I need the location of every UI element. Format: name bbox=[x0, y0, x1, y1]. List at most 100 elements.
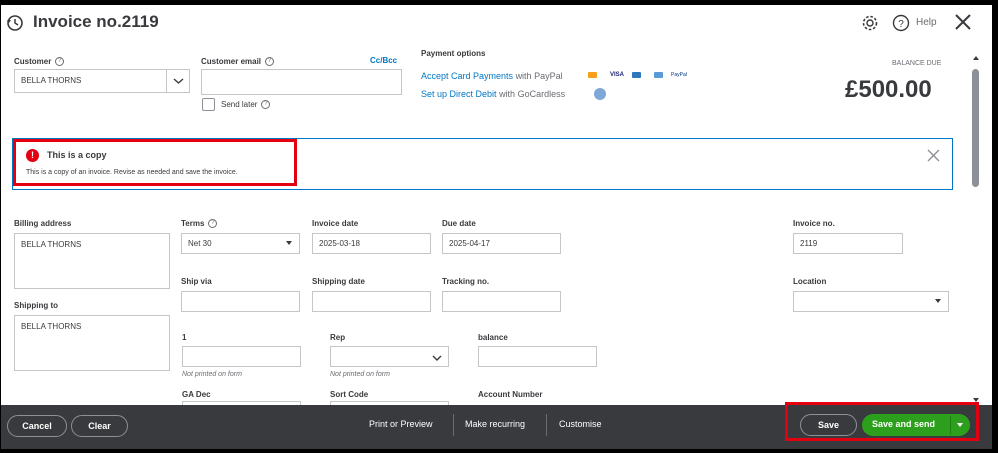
location-select[interactable] bbox=[793, 291, 949, 312]
settings-gear-icon[interactable] bbox=[861, 14, 879, 32]
help-icon[interactable]: ? bbox=[265, 57, 275, 67]
customer-value: BELLA THORNS bbox=[21, 76, 82, 85]
help-icon[interactable]: ? bbox=[261, 100, 271, 110]
highlight-box bbox=[13, 139, 297, 186]
balance-field-label: balance bbox=[478, 333, 508, 342]
mastercard-icon bbox=[588, 72, 597, 78]
alert-error-icon: ! bbox=[26, 149, 39, 162]
caret-down-icon[interactable] bbox=[957, 423, 963, 427]
split-divider bbox=[950, 416, 951, 434]
sort-code-label: Sort Code bbox=[330, 390, 369, 399]
terms-label: Terms? bbox=[181, 219, 218, 229]
customer-email-label-text: Customer email bbox=[201, 57, 262, 66]
location-label: Location bbox=[793, 277, 827, 286]
footer-divider bbox=[546, 414, 547, 436]
due-date-label: Due date bbox=[442, 219, 476, 228]
dropdown-arrow-icon[interactable] bbox=[286, 241, 292, 245]
terms-value: Net 30 bbox=[188, 239, 212, 248]
invoice-no-value: 2119 bbox=[800, 239, 818, 248]
footer-divider bbox=[453, 414, 454, 436]
shipping-to-label: Shipping to bbox=[14, 301, 58, 310]
chevron-down-icon[interactable] bbox=[166, 70, 189, 92]
page-title: Invoice no.2119 bbox=[33, 12, 159, 31]
balance-field-input[interactable] bbox=[478, 346, 597, 367]
alert-message: This is a copy of an invoice. Revise as … bbox=[26, 169, 238, 176]
help-icon[interactable]: ? bbox=[208, 219, 218, 229]
recent-transactions-icon[interactable] bbox=[6, 14, 24, 32]
customer-label-text: Customer bbox=[14, 57, 52, 66]
due-date-value: 2025-04-17 bbox=[449, 239, 490, 248]
custom-field-1-note: Not printed on form bbox=[182, 371, 242, 378]
shipping-to-value: BELLA THORNS bbox=[21, 322, 82, 331]
ga-dec-label: GA Dec bbox=[182, 390, 211, 399]
tracking-no-label: Tracking no. bbox=[442, 277, 490, 286]
save-button[interactable]: Save bbox=[800, 414, 857, 436]
direct-debit-row: Set up Direct Debit with GoCardless bbox=[421, 89, 565, 99]
invoice-no-field[interactable]: 2119 bbox=[793, 233, 903, 254]
rep-note: Not printed on form bbox=[330, 371, 390, 378]
send-later-label: Send later? bbox=[221, 100, 271, 110]
send-later-label-text: Send later bbox=[221, 100, 258, 109]
visa-icon: VISA bbox=[610, 72, 625, 78]
customer-email-field[interactable] bbox=[201, 69, 402, 95]
custom-field-1-label: 1 bbox=[182, 333, 187, 342]
svg-text:?: ? bbox=[898, 19, 904, 30]
account-number-label: Account Number bbox=[478, 390, 543, 399]
invoice-window: Invoice no.2119 ? Help Customer? BELLA T… bbox=[1, 5, 992, 449]
terms-label-text: Terms bbox=[181, 219, 205, 228]
due-date-field[interactable]: 2025-04-17 bbox=[442, 233, 561, 254]
custom-field-1-input[interactable] bbox=[182, 346, 301, 367]
chevron-down-icon[interactable] bbox=[431, 351, 443, 363]
direct-debit-link[interactable]: Set up Direct Debit bbox=[421, 89, 497, 99]
help-icon[interactable]: ? bbox=[892, 14, 910, 32]
scrollbar-thumb[interactable] bbox=[972, 69, 979, 187]
payment-options-label: Payment options bbox=[421, 49, 486, 58]
alert-title: This is a copy bbox=[47, 150, 107, 160]
dropdown-arrow-icon[interactable] bbox=[935, 299, 941, 303]
clear-button[interactable]: Clear bbox=[71, 415, 128, 437]
shipping-to-field[interactable]: BELLA THORNS bbox=[14, 315, 170, 371]
balance-due-label: BALANCE DUE bbox=[892, 60, 942, 67]
invoice-no-label: Invoice no. bbox=[793, 219, 835, 228]
print-or-preview-link[interactable]: Print or Preview bbox=[369, 419, 433, 429]
balance-due-amount: £500.00 bbox=[845, 76, 932, 103]
invoice-date-field[interactable]: 2025-03-18 bbox=[312, 233, 431, 254]
direct-debit-provider-text: with GoCardless bbox=[499, 89, 566, 99]
footer-bar: Cancel Clear Print or Preview Make recur… bbox=[1, 402, 992, 449]
billing-address-label: Billing address bbox=[14, 219, 72, 228]
alert-close-icon[interactable] bbox=[927, 149, 940, 162]
accept-card-payments-row: Accept Card Payments with PayPal bbox=[421, 71, 563, 81]
tracking-no-field[interactable] bbox=[442, 291, 561, 312]
gocardless-icon bbox=[594, 88, 606, 100]
accept-card-payments-link[interactable]: Accept Card Payments bbox=[421, 71, 513, 81]
rep-label: Rep bbox=[330, 333, 346, 342]
card-icon bbox=[654, 72, 663, 78]
shipping-date-label: Shipping date bbox=[312, 277, 365, 286]
customise-link[interactable]: Customise bbox=[559, 419, 602, 429]
invoice-date-label: Invoice date bbox=[312, 219, 359, 228]
invoice-date-value: 2025-03-18 bbox=[319, 239, 360, 248]
amex-icon bbox=[632, 72, 641, 78]
ccbcc-link[interactable]: Cc/Bcc bbox=[370, 56, 397, 65]
ship-via-field[interactable] bbox=[181, 291, 300, 312]
scroll-up-arrow-icon[interactable] bbox=[973, 56, 979, 60]
help-icon[interactable]: ? bbox=[55, 57, 65, 67]
customer-select[interactable]: BELLA THORNS bbox=[14, 69, 190, 93]
billing-address-value: BELLA THORNS bbox=[21, 240, 82, 249]
customer-email-label: Customer email? bbox=[201, 57, 275, 67]
close-icon[interactable] bbox=[954, 13, 972, 31]
make-recurring-link[interactable]: Make recurring bbox=[465, 419, 525, 429]
save-and-send-button[interactable]: Save and send bbox=[862, 414, 970, 436]
card-provider-text: with PayPal bbox=[515, 71, 563, 81]
cancel-button[interactable]: Cancel bbox=[7, 415, 67, 437]
ship-via-label: Ship via bbox=[181, 277, 212, 286]
customer-label: Customer? bbox=[14, 57, 65, 67]
send-later-checkbox[interactable] bbox=[202, 98, 215, 111]
save-and-send-label: Save and send bbox=[872, 419, 936, 429]
help-label[interactable]: Help bbox=[916, 17, 937, 28]
screenshot-frame: Invoice no.2119 ? Help Customer? BELLA T… bbox=[0, 0, 998, 453]
billing-address-field[interactable]: BELLA THORNS bbox=[14, 233, 170, 289]
terms-select[interactable]: Net 30 bbox=[181, 233, 300, 254]
paypal-icon: PayPal bbox=[671, 72, 687, 78]
shipping-date-field[interactable] bbox=[312, 291, 431, 312]
